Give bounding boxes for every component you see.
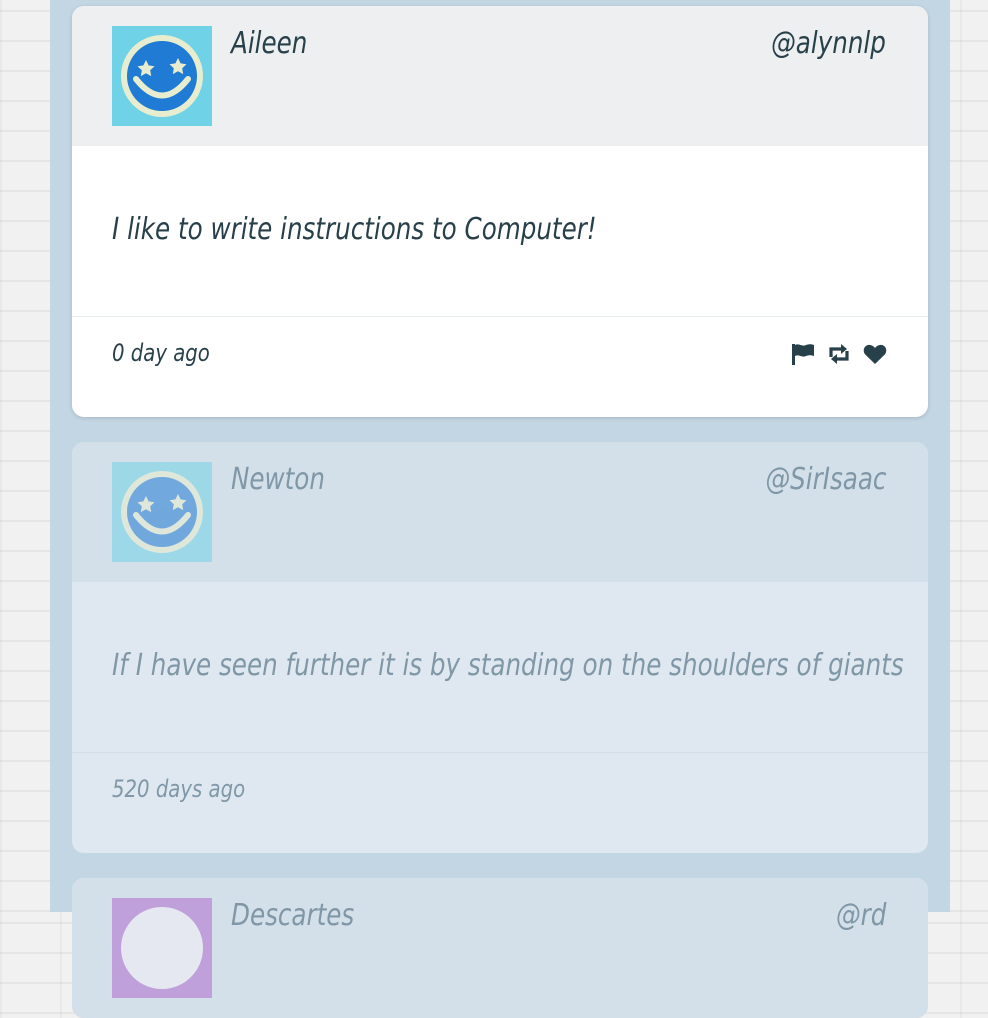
tweet-header: Aileen @alynnlp xyxy=(72,6,928,146)
tweet-footer: 520 days ago xyxy=(72,753,928,853)
author-handle[interactable]: @rd xyxy=(836,898,886,933)
tweet-body: If I have seen further it is by standing… xyxy=(72,582,928,753)
tweet-card[interactable]: Descartes @rd xyxy=(72,878,928,1018)
tweet-card[interactable]: Newton @SirIsaac If I have seen further … xyxy=(72,442,928,853)
timestamp: 520 days ago xyxy=(112,775,246,803)
author-handle[interactable]: @SirIsaac xyxy=(765,462,886,497)
tweet-actions xyxy=(790,341,888,367)
heart-icon[interactable] xyxy=(862,341,888,367)
author-name[interactable]: Newton xyxy=(231,462,325,497)
timestamp: 0 day ago xyxy=(112,339,210,367)
tweet-body: I like to write instructions to Computer… xyxy=(72,146,928,317)
author-handle[interactable]: @alynnlp xyxy=(771,26,886,61)
flag-icon[interactable] xyxy=(790,341,816,367)
tweet-card[interactable]: Aileen @alynnlp I like to write instruct… xyxy=(72,6,928,417)
smiley-avatar-icon xyxy=(112,898,212,998)
tweet-header: Descartes @rd xyxy=(72,878,928,1018)
avatar[interactable] xyxy=(112,26,212,126)
retweet-icon[interactable] xyxy=(826,341,852,367)
tweet-footer: 0 day ago xyxy=(72,317,928,417)
author-name[interactable]: Aileen xyxy=(231,26,307,61)
avatar[interactable] xyxy=(112,898,212,998)
avatar[interactable] xyxy=(112,462,212,562)
tweet-text: I like to write instructions to Computer… xyxy=(112,212,597,247)
smiley-avatar-icon xyxy=(112,462,212,562)
tweet-text: If I have seen further it is by standing… xyxy=(112,648,904,683)
tweet-header: Newton @SirIsaac xyxy=(72,442,928,582)
feed-column: Aileen @alynnlp I like to write instruct… xyxy=(50,0,950,1018)
smiley-avatar-icon xyxy=(112,26,212,126)
author-name[interactable]: Descartes xyxy=(231,898,354,933)
